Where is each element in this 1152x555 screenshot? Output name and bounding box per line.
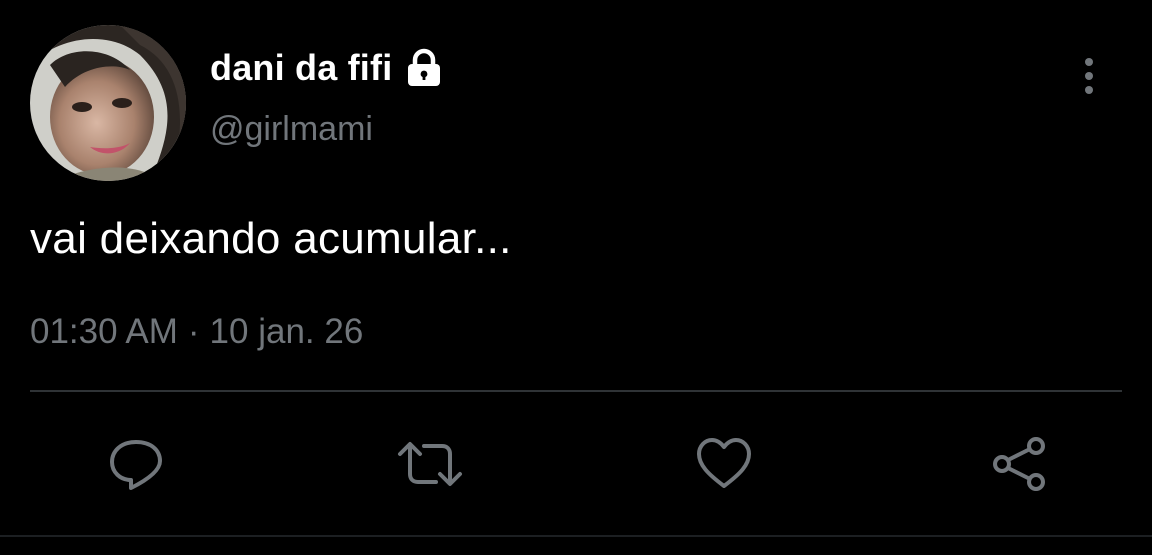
reply-icon xyxy=(110,440,162,490)
share-icon xyxy=(993,437,1045,491)
reply-button[interactable] xyxy=(102,430,170,498)
retweet-button[interactable] xyxy=(396,430,464,498)
action-bar xyxy=(0,430,1152,500)
heart-icon xyxy=(697,438,751,488)
retweet-icon xyxy=(398,442,462,486)
author-row: dani da fifi xyxy=(210,44,446,92)
tweet-meta: 01:30 AM · 10 jan. 26 xyxy=(30,312,363,352)
avatar[interactable] xyxy=(30,25,186,181)
meta-separator: · xyxy=(187,312,200,351)
bottom-border xyxy=(0,535,1152,537)
share-button[interactable] xyxy=(986,430,1054,498)
more-vertical-icon[interactable] xyxy=(1072,54,1106,98)
lock-icon xyxy=(402,46,446,90)
display-name[interactable]: dani da fifi xyxy=(210,47,392,89)
avatar-image xyxy=(30,25,186,181)
user-handle[interactable]: @girlmami xyxy=(210,110,373,149)
tweet-text: vai deixando acumular... xyxy=(30,214,512,263)
tweet-date[interactable]: 10 jan. 26 xyxy=(210,312,364,352)
tweet-time[interactable]: 01:30 AM xyxy=(30,312,178,352)
divider xyxy=(30,390,1122,392)
like-button[interactable] xyxy=(690,430,758,498)
tweet: dani da fifi @girlmami vai deixando acum… xyxy=(0,0,1152,555)
